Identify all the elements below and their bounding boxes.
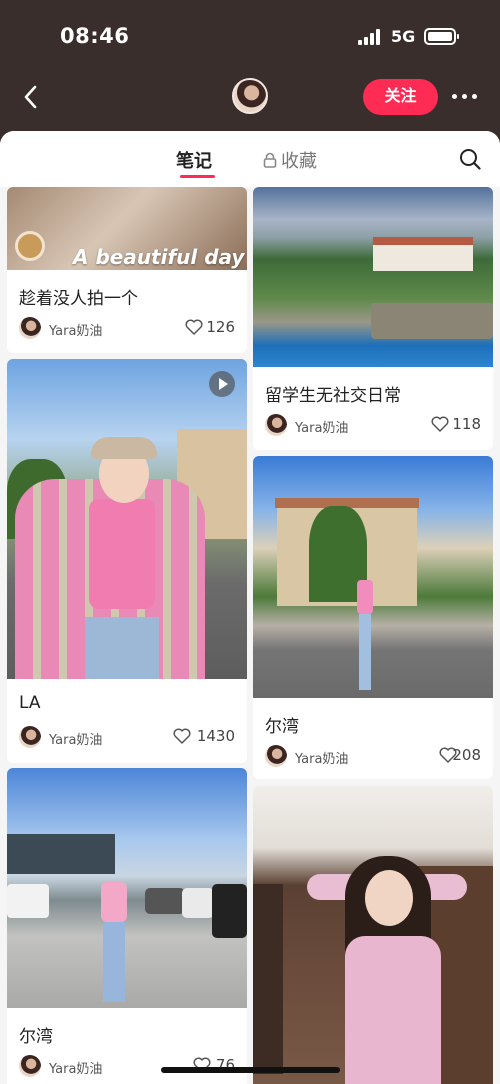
car-graphic bbox=[145, 888, 185, 914]
villa-graphic bbox=[373, 243, 473, 271]
more-icon[interactable] bbox=[452, 93, 478, 101]
tab-favorites[interactable]: 收藏 bbox=[263, 147, 317, 173]
note-title: 留学生无社交日常 bbox=[265, 386, 401, 406]
play-icon[interactable] bbox=[209, 371, 235, 397]
author-name: Yara奶油 bbox=[295, 752, 349, 767]
note-title: 尔湾 bbox=[19, 1027, 53, 1047]
battery-icon bbox=[424, 28, 459, 45]
note-card[interactable]: A beautiful day 趁着没人拍一个 Yara奶油 126 bbox=[7, 187, 247, 353]
author-name: Yara奶油 bbox=[295, 421, 349, 436]
content-sheet: 笔记 收藏 A beautiful day 趁着没人拍一个 Yara奶油 126… bbox=[0, 131, 500, 1084]
status-time: 08:46 bbox=[60, 24, 130, 48]
note-meta: Yara奶油 118 bbox=[265, 414, 481, 438]
tab-favorites-label: 收藏 bbox=[281, 151, 317, 172]
note-card[interactable] bbox=[253, 786, 493, 1084]
building-graphic bbox=[7, 834, 115, 874]
note-title: 趁着没人拍一个 bbox=[19, 289, 138, 309]
cap-graphic bbox=[91, 437, 157, 459]
top-graphic bbox=[89, 499, 155, 609]
note-cover-image bbox=[253, 786, 493, 1084]
author-name: Yara奶油 bbox=[49, 324, 103, 339]
avatar[interactable] bbox=[232, 78, 268, 114]
heart-icon[interactable] bbox=[185, 319, 203, 335]
signal-icon bbox=[358, 29, 384, 45]
like-count: 208 bbox=[452, 746, 481, 764]
author-avatar bbox=[265, 745, 287, 767]
stone-wall-graphic bbox=[371, 303, 493, 339]
author-avatar bbox=[19, 317, 41, 339]
car-graphic bbox=[7, 884, 49, 918]
note-card[interactable]: 留学生无社交日常 Yara奶油 118 bbox=[253, 187, 493, 450]
figure-graphic bbox=[101, 882, 127, 922]
like-count: 1430 bbox=[196, 727, 235, 745]
car-graphic bbox=[212, 884, 247, 938]
note-card[interactable]: 尔湾 Yara奶油 76 bbox=[7, 768, 247, 1084]
note-meta: Yara奶油 126 bbox=[19, 317, 235, 341]
home-indicator[interactable] bbox=[161, 1067, 340, 1073]
jeans-graphic bbox=[85, 617, 159, 679]
author-avatar bbox=[19, 726, 41, 748]
network-type: 5G bbox=[391, 27, 416, 46]
heart-icon[interactable] bbox=[173, 728, 191, 744]
face-graphic bbox=[365, 870, 413, 926]
author-name: Yara奶油 bbox=[49, 733, 103, 748]
author-avatar bbox=[19, 1055, 41, 1077]
figure-legs-graphic bbox=[359, 614, 371, 690]
profile-nav-bar: 关注 bbox=[0, 72, 500, 124]
like-count: 118 bbox=[452, 415, 481, 433]
status-bar: 08:46 5G bbox=[0, 0, 500, 72]
pastry-graphic bbox=[15, 231, 45, 261]
active-tab-indicator bbox=[180, 175, 215, 178]
car-graphic bbox=[182, 888, 214, 918]
note-card[interactable]: 尔湾 Yara奶油 208 bbox=[253, 456, 493, 779]
author-avatar bbox=[265, 414, 287, 436]
roof-graphic bbox=[373, 237, 473, 245]
figure-graphic bbox=[357, 580, 373, 614]
tab-notes[interactable]: 笔记 bbox=[176, 147, 212, 173]
note-cover-image bbox=[7, 768, 247, 1008]
note-meta: Yara奶油 208 bbox=[265, 745, 481, 769]
outfit-graphic bbox=[345, 936, 441, 1084]
note-cover-image bbox=[7, 359, 247, 679]
follow-button[interactable]: 关注 bbox=[363, 79, 438, 115]
like-count: 126 bbox=[206, 318, 235, 336]
notes-feed: A beautiful day 趁着没人拍一个 Yara奶油 126 LA Ya… bbox=[0, 187, 500, 1084]
tab-bar: 笔记 收藏 bbox=[0, 131, 500, 187]
lock-icon bbox=[263, 152, 277, 168]
note-title: 尔湾 bbox=[265, 717, 299, 737]
note-cover-image bbox=[253, 187, 493, 367]
note-cover-image bbox=[253, 456, 493, 698]
wall-panel-graphic bbox=[253, 884, 283, 1074]
figure-legs-graphic bbox=[103, 922, 125, 1002]
note-meta: Yara奶油 1430 bbox=[19, 726, 235, 750]
back-icon[interactable] bbox=[20, 82, 46, 112]
note-cover-image: A beautiful day bbox=[7, 187, 247, 270]
note-title: LA bbox=[19, 693, 41, 713]
cover-overlay-text: A beautiful day bbox=[73, 245, 245, 269]
search-icon[interactable] bbox=[459, 148, 481, 170]
heart-icon[interactable] bbox=[431, 416, 449, 432]
note-card[interactable]: LA Yara奶油 1430 bbox=[7, 359, 247, 763]
author-name: Yara奶油 bbox=[49, 1062, 103, 1077]
